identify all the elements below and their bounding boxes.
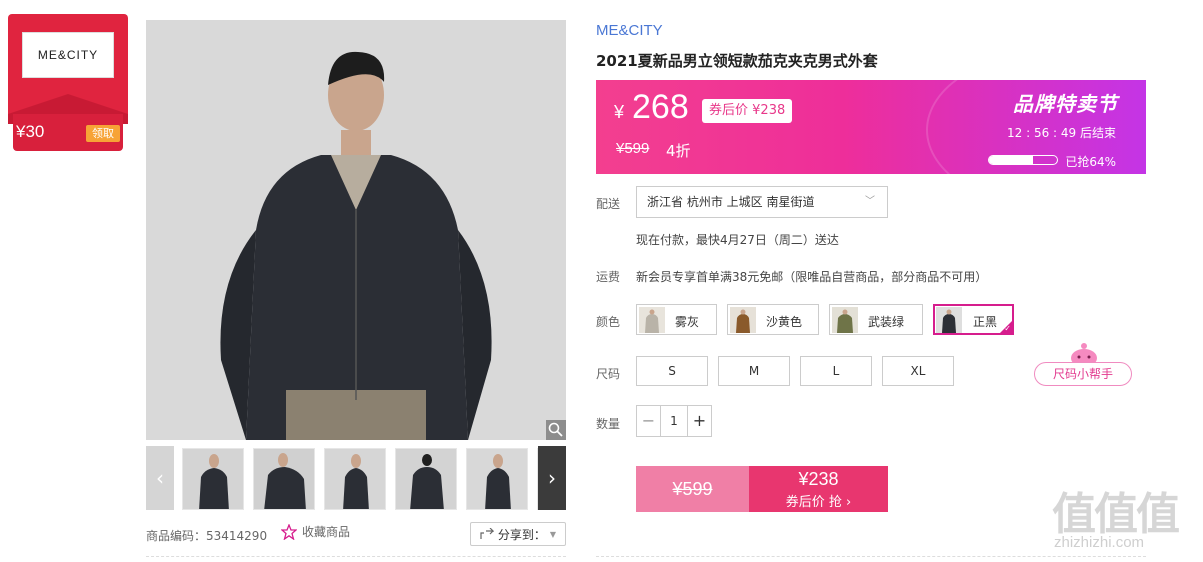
color-label: 颜色 <box>596 315 621 329</box>
thumb-prev-button[interactable]: ‹ <box>146 446 174 510</box>
after-coupon-label: 券后价 <box>709 103 749 118</box>
size-option-l[interactable]: L <box>800 356 872 386</box>
color-name: 雾灰 <box>675 315 700 329</box>
sku-code: 商品编码：53414290 <box>146 529 268 543</box>
chevron-down-icon: ﹀ <box>865 196 875 207</box>
store-logo[interactable]: ME&CITY <box>22 32 114 78</box>
main-product-image[interactable] <box>146 20 566 440</box>
size-helper[interactable]: 尺码小帮手 <box>1034 342 1132 388</box>
color-option-fog-grey[interactable]: 雾灰 <box>636 304 717 335</box>
share-label: 分享到： <box>497 527 546 542</box>
delivery-eta: 现在付款，最快4月27日（周二）送达 <box>636 233 839 247</box>
star-icon <box>281 523 297 540</box>
festival-title: 品牌特卖节 <box>1013 92 1118 116</box>
product-photo <box>146 20 566 440</box>
current-price: 268 <box>632 88 689 126</box>
shipping-info: 新会员专享首单满38元免邮（限唯品自营商品，部分商品不可用） <box>636 270 988 284</box>
favorite-label: 收藏商品 <box>302 525 351 539</box>
color-name: 沙黄色 <box>766 315 803 329</box>
brand-link[interactable]: ME&CITY <box>596 22 663 39</box>
watermark-url: zhizhizhi.com <box>1054 534 1145 551</box>
color-name: 正黑 <box>973 315 998 329</box>
promo-banner: ¥ 268 券后价 ¥238 ¥599 4折 品牌特卖节 12 : 56 : 4… <box>596 80 1146 174</box>
color-swatch <box>832 307 858 333</box>
after-coupon-price: ¥238 <box>752 103 786 118</box>
favorite-button[interactable]: 收藏商品 <box>281 523 350 540</box>
shipping-label: 运费 <box>596 270 621 284</box>
check-icon: ✓ <box>1004 324 1011 333</box>
thumbnail[interactable] <box>466 448 528 510</box>
color-swatch <box>639 307 665 333</box>
quantity-stepper: − 1 + <box>636 405 712 437</box>
size-helper-label: 尺码小帮手 <box>1034 362 1132 386</box>
currency-symbol: ¥ <box>614 102 625 122</box>
size-label: 尺码 <box>596 367 621 381</box>
original-price: ¥599 <box>616 140 650 157</box>
size-option-m[interactable]: M <box>718 356 790 386</box>
product-title: 2021夏新品男立领短款茄克夹克男式外套 <box>596 52 878 70</box>
buy-coupon-label: 券后价 抢 › <box>785 495 852 510</box>
thumb-next-button[interactable]: › <box>538 446 566 510</box>
share-icon <box>480 528 494 539</box>
color-option-black[interactable]: 正黑 ✓ <box>933 304 1014 335</box>
store-coupon-card: ME&CITY ¥30 领取 <box>8 14 128 151</box>
size-option-s[interactable]: S <box>636 356 708 386</box>
after-coupon-badge: 券后价 ¥238 <box>702 99 793 123</box>
address-value: 浙江省 杭州市 上城区 南星街道 <box>647 195 815 209</box>
buy-coupon-price: ¥238 <box>798 469 839 489</box>
watermark-logo: 值值值 <box>1052 489 1180 540</box>
sold-progress-bar <box>988 155 1058 165</box>
coupon-amount: ¥30 <box>16 122 45 141</box>
thumbnail[interactable] <box>324 448 386 510</box>
color-option-army-green[interactable]: 武装绿 <box>829 304 923 335</box>
site-watermark: 值值值 zhizhizhi.com <box>1048 478 1198 558</box>
thumbnail[interactable] <box>395 448 457 510</box>
countdown-timer: 12 : 56 : 49 后结束 <box>1007 126 1116 140</box>
quantity-plus-button[interactable]: + <box>687 406 711 436</box>
quantity-label: 数量 <box>596 417 621 431</box>
sold-progress-fill <box>989 156 1033 164</box>
thumbnail[interactable] <box>182 448 244 510</box>
share-button[interactable]: 分享到： ▼ <box>470 522 566 546</box>
claim-coupon-button[interactable]: 领取 <box>86 125 120 142</box>
discount-rate: 4折 <box>666 142 691 160</box>
address-selector[interactable]: 浙江省 杭州市 上城区 南星街道 ﹀ <box>636 186 888 218</box>
zoom-icon[interactable] <box>546 420 566 440</box>
color-swatch <box>730 307 756 333</box>
divider <box>146 556 566 557</box>
color-swatch <box>936 307 962 333</box>
thumbnail[interactable] <box>253 448 315 510</box>
buy-original-price-button[interactable]: ¥599 <box>636 466 749 512</box>
chevron-down-icon: ▼ <box>549 529 557 539</box>
quantity-minus-button[interactable]: − <box>637 406 661 436</box>
sold-progress-text: 已抢64% <box>1065 155 1116 169</box>
delivery-label: 配送 <box>596 197 621 211</box>
color-option-sand[interactable]: 沙黄色 <box>727 304 819 335</box>
thumbnail-strip: ‹ › <box>146 446 566 510</box>
size-option-xl[interactable]: XL <box>882 356 954 386</box>
color-name: 武装绿 <box>868 315 905 329</box>
buy-with-coupon-button[interactable]: ¥238 券后价 抢 › <box>749 466 888 512</box>
quantity-value[interactable]: 1 <box>661 406 687 436</box>
product-meta-row: 商品编码：53414290 收藏商品 分享到： ▼ <box>146 522 566 546</box>
